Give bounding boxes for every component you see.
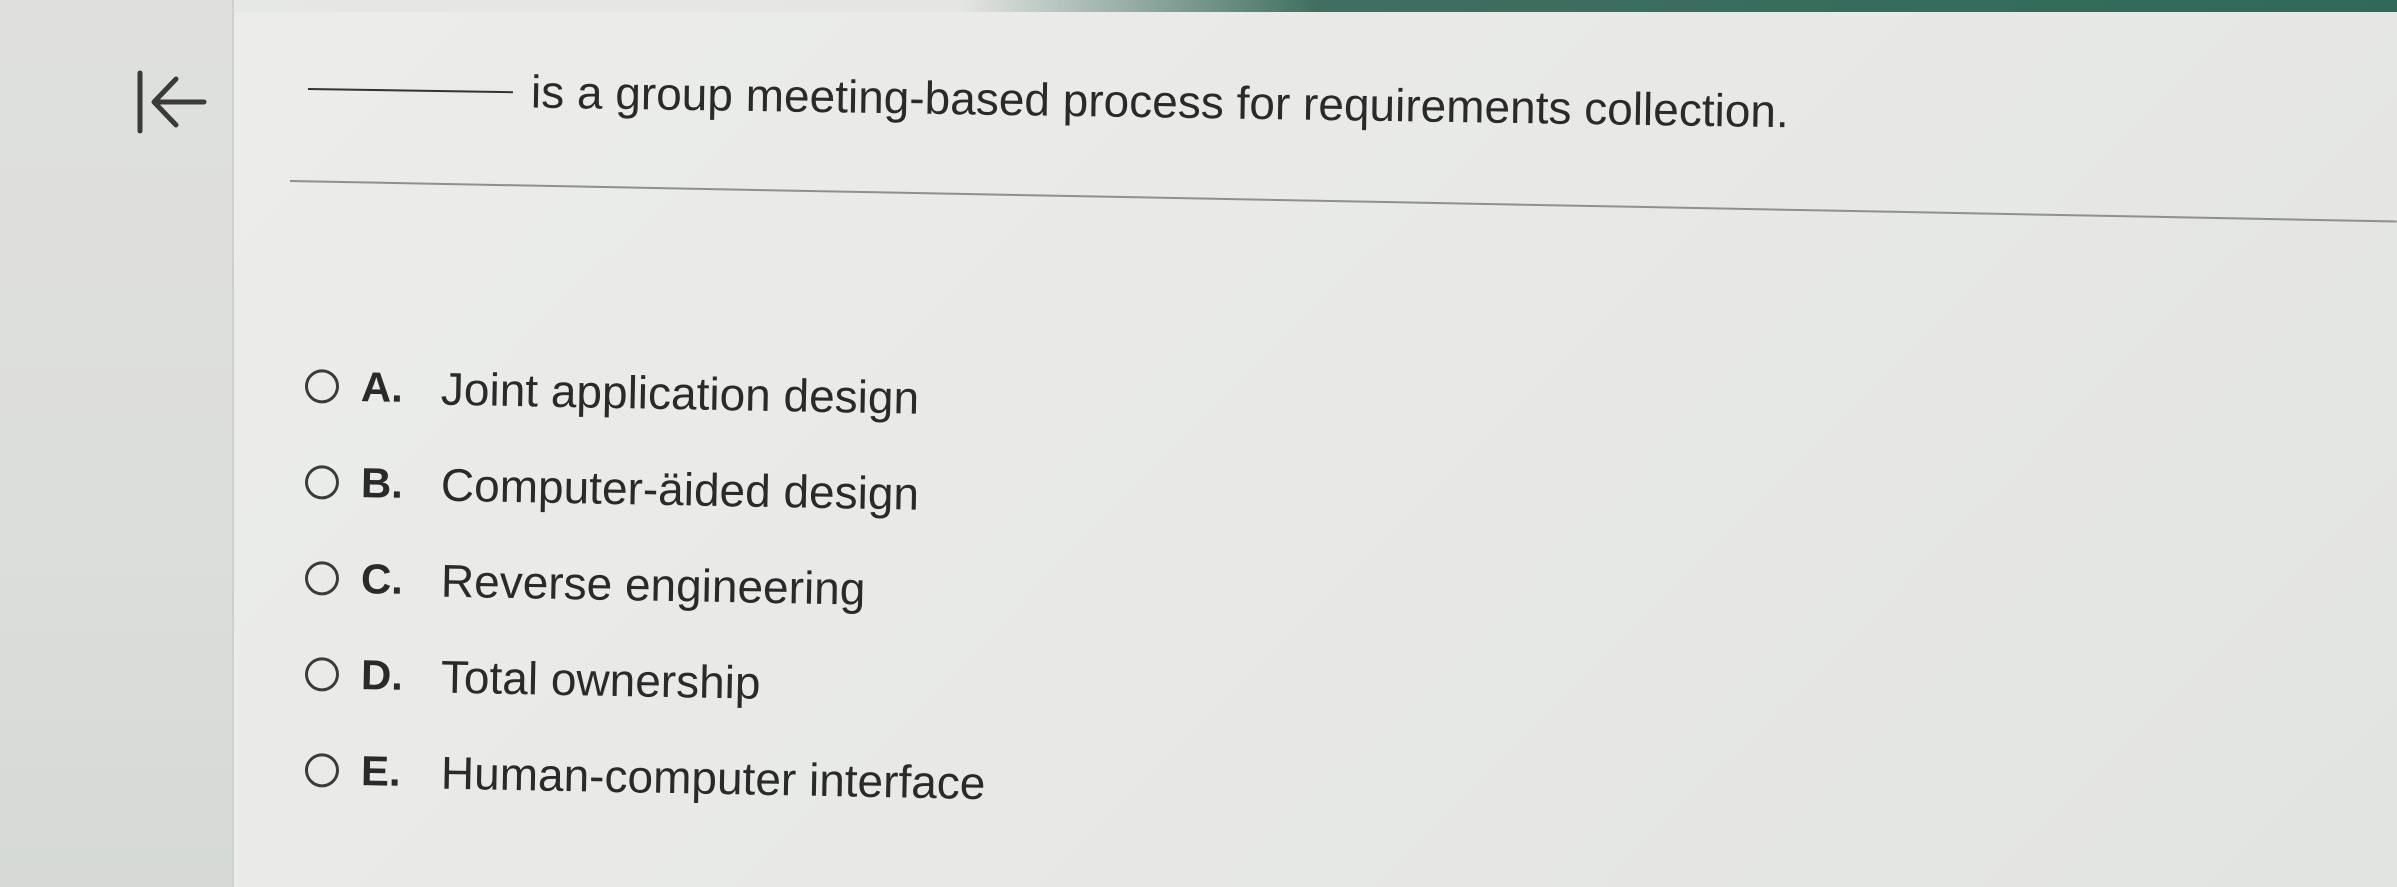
radio-button[interactable] <box>304 657 340 692</box>
back-to-first-button[interactable] <box>128 64 212 140</box>
radio-button[interactable] <box>304 369 340 404</box>
option-label: Total ownership <box>440 650 762 709</box>
radio-button[interactable] <box>304 753 340 788</box>
radio-button[interactable] <box>304 561 340 596</box>
option-label: Reverse engineering <box>440 554 866 615</box>
first-page-icon <box>137 70 207 134</box>
radio-button[interactable] <box>304 465 340 500</box>
option-letter: C. <box>360 555 404 603</box>
option-letter: B. <box>360 459 404 507</box>
option-letter: D. <box>360 651 404 699</box>
answer-blank <box>307 88 513 94</box>
option-letter: E. <box>360 747 402 795</box>
option-letter: A. <box>360 363 404 411</box>
option-label: Computer-äided design <box>440 458 920 520</box>
option-label: Joint application design <box>440 362 920 424</box>
option-label: Human-computer interface <box>440 746 986 810</box>
answer-options: A. Joint application design B. Computer-… <box>304 338 1505 818</box>
